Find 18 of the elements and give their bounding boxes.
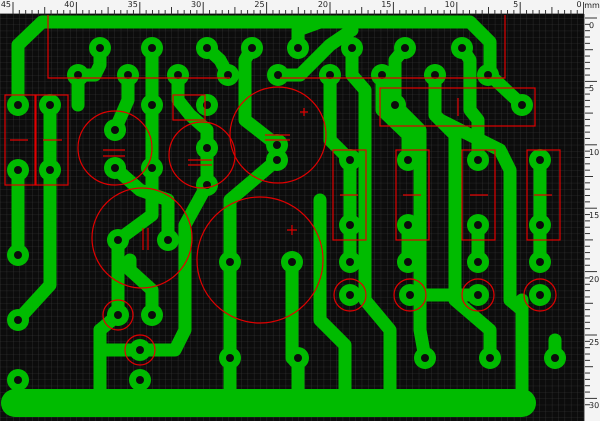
ruler-label: 0 [576,0,582,9]
ruler-label: 0 [589,21,594,30]
ruler-label: 10 [444,0,455,9]
ruler-unit: mm [584,0,600,12]
ruler-label: 15 [589,211,600,220]
ruler-label: 20 [589,274,600,284]
ruler-label: 25 [589,338,600,347]
ruler-label: 30 [589,401,600,410]
ruler-label: 35 [126,0,138,9]
ruler-label: 40 [63,0,74,9]
ruler-label: 30 [190,0,202,9]
ruler-label: 45 [0,0,11,9]
ruler-label: 5 [512,0,518,9]
ruler-label: 5 [589,84,594,94]
ruler-label: 20 [316,0,328,9]
ruler-label: 15 [380,0,392,9]
ruler-label: 10 [589,148,600,157]
ruler-label: 25 [253,0,265,9]
